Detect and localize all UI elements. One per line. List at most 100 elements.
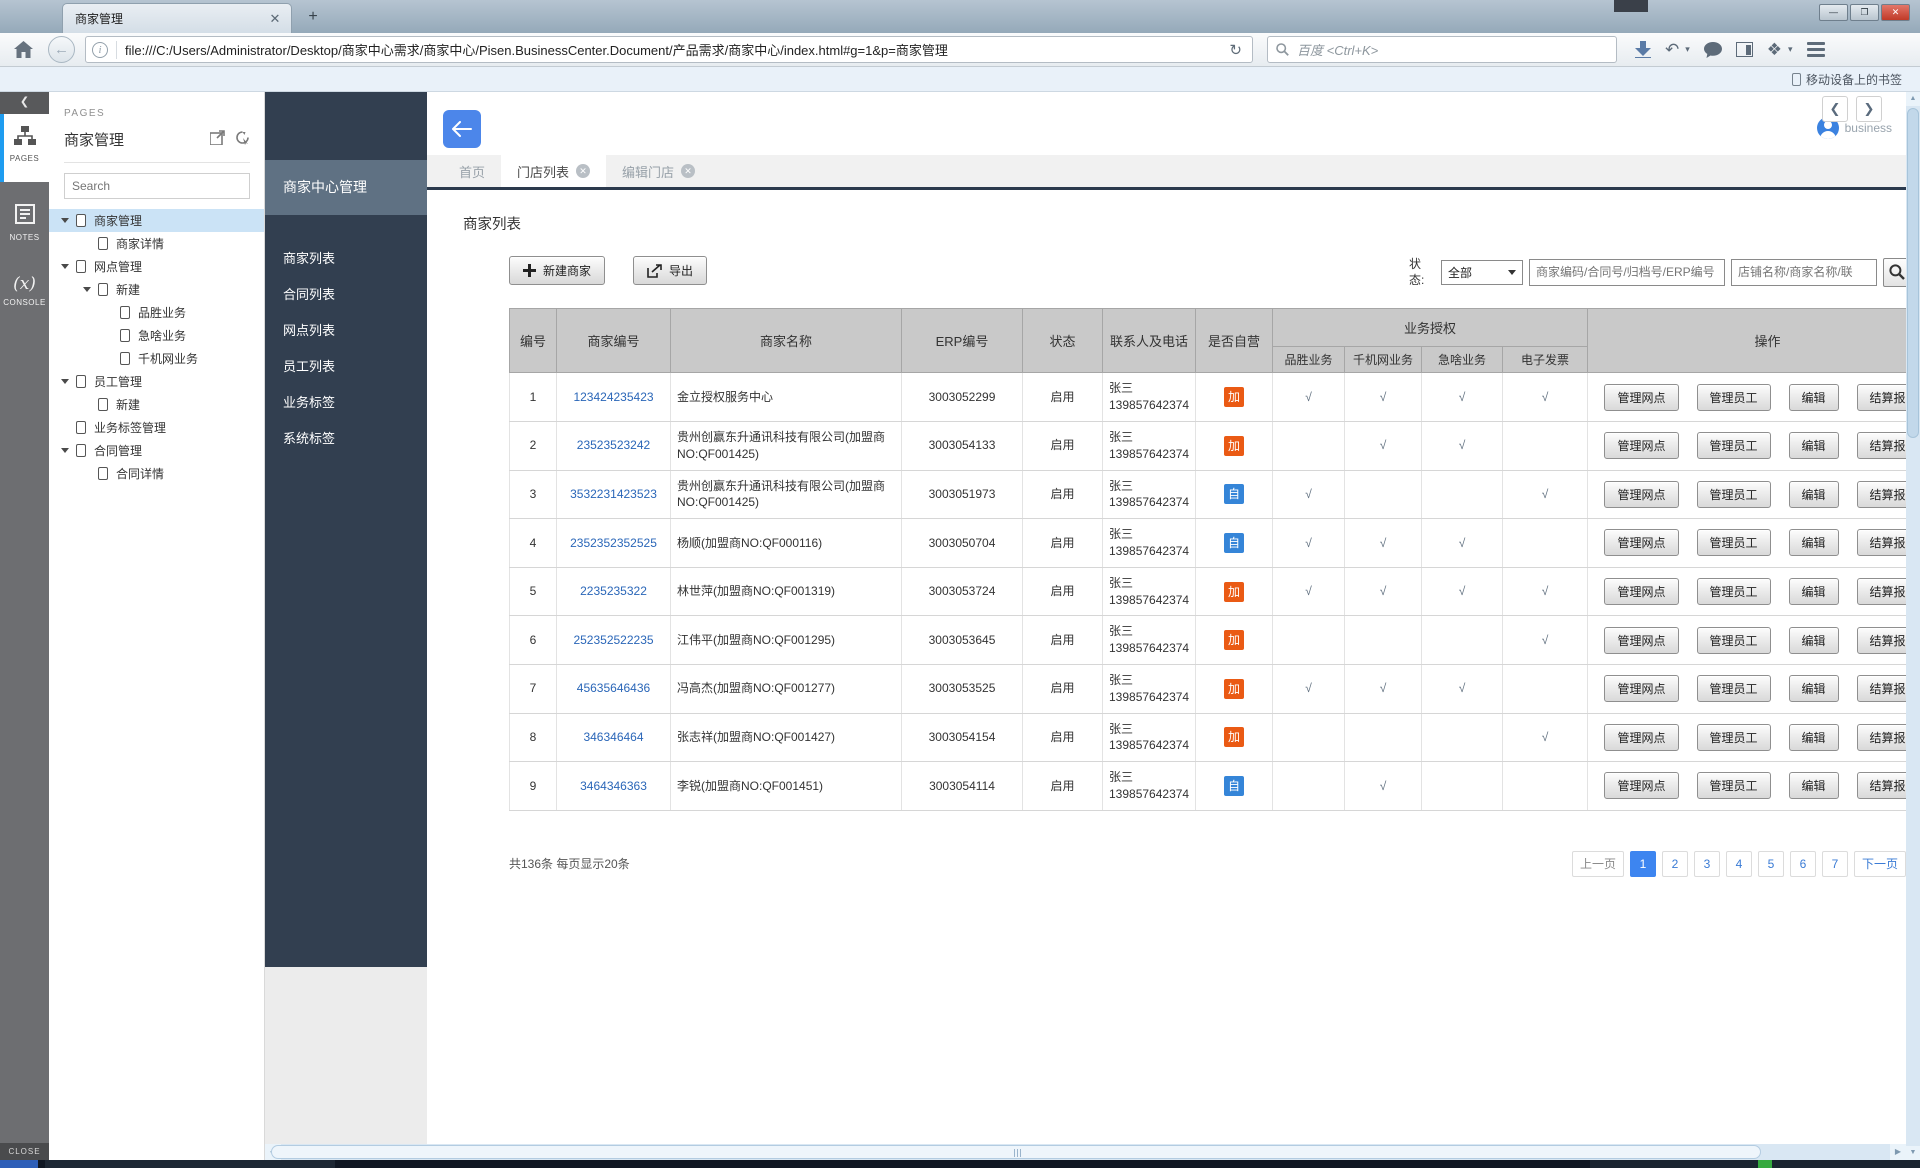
- new-tab-button[interactable]: +: [300, 7, 326, 28]
- manage-stores-button[interactable]: 管理网点: [1604, 724, 1678, 751]
- settlement-report-button[interactable]: 结算报表: [1857, 432, 1906, 459]
- tree-item[interactable]: 急啥业务: [49, 324, 264, 347]
- rail-item-notes[interactable]: NOTES: [0, 196, 49, 254]
- rail-item-pages[interactable]: PAGES: [0, 114, 49, 182]
- back-icon[interactable]: ←: [48, 36, 75, 63]
- maximize-button[interactable]: ❐: [1850, 4, 1879, 21]
- minimize-button[interactable]: —: [1819, 4, 1848, 21]
- scroll-up-icon[interactable]: ▲: [1906, 92, 1920, 106]
- edit-button[interactable]: 编辑: [1789, 481, 1839, 508]
- edit-button[interactable]: 编辑: [1789, 384, 1839, 411]
- vertical-scrollbar[interactable]: ▲ ▼: [1906, 92, 1920, 1160]
- menu-icon[interactable]: [1807, 42, 1825, 57]
- tree-item[interactable]: 合同详情: [49, 462, 264, 485]
- home-icon[interactable]: [8, 37, 38, 63]
- edit-button[interactable]: 编辑: [1789, 675, 1839, 702]
- app-tab[interactable]: 编辑门店✕: [606, 155, 711, 187]
- tree-item[interactable]: 商家详情: [49, 232, 264, 255]
- manage-staff-button[interactable]: 管理员工: [1697, 627, 1771, 654]
- app-tab[interactable]: 首页: [443, 155, 501, 187]
- manage-stores-button[interactable]: 管理网点: [1604, 578, 1678, 605]
- page-back-button[interactable]: [443, 110, 481, 148]
- horizontal-scrollbar[interactable]: ◀ ▶: [265, 1144, 1906, 1160]
- pages-search-input[interactable]: [64, 173, 250, 199]
- browser-search-box[interactable]: 百度 <Ctrl+K>: [1267, 36, 1617, 63]
- edit-button[interactable]: 编辑: [1789, 772, 1839, 799]
- merchant-code-link[interactable]: 123424235423: [573, 390, 653, 404]
- settlement-report-button[interactable]: 结算报表: [1857, 384, 1906, 411]
- manage-staff-button[interactable]: 管理员工: [1697, 481, 1771, 508]
- tree-item[interactable]: 员工管理: [49, 370, 264, 393]
- settlement-report-button[interactable]: 结算报表: [1857, 481, 1906, 508]
- manage-staff-button[interactable]: 管理员工: [1697, 384, 1771, 411]
- merchant-code-link[interactable]: 252352522235: [573, 633, 653, 647]
- page-button[interactable]: 3: [1694, 851, 1720, 877]
- export-button[interactable]: 导出: [633, 256, 707, 285]
- merchant-code-link[interactable]: 346346464: [583, 730, 643, 744]
- plugin-icon[interactable]: ❖: [1767, 40, 1782, 60]
- manage-staff-button[interactable]: 管理员工: [1697, 675, 1771, 702]
- status-select[interactable]: 全部: [1441, 260, 1523, 285]
- menu-item[interactable]: 系统标签: [265, 421, 427, 457]
- undo-icon[interactable]: ↶: [1665, 40, 1679, 60]
- manage-stores-button[interactable]: 管理网点: [1604, 384, 1678, 411]
- page-button[interactable]: 2: [1662, 851, 1688, 877]
- tree-item[interactable]: 新建: [49, 393, 264, 416]
- tree-item[interactable]: 品胜业务: [49, 301, 264, 324]
- settlement-report-button[interactable]: 结算报表: [1857, 627, 1906, 654]
- chat-icon[interactable]: [1704, 42, 1722, 58]
- settlement-report-button[interactable]: 结算报表: [1857, 675, 1906, 702]
- collapse-panel-icon[interactable]: ❮: [0, 92, 49, 114]
- manage-stores-button[interactable]: 管理网点: [1604, 772, 1678, 799]
- undo-dropdown-icon[interactable]: ▾: [1685, 44, 1690, 55]
- tab-close-icon[interactable]: ✕: [267, 11, 283, 27]
- merchant-code-link[interactable]: 3532231423523: [570, 487, 657, 501]
- merchant-code-link[interactable]: 23523523242: [577, 438, 650, 452]
- menu-item[interactable]: 业务标签: [265, 385, 427, 421]
- merchant-code-link[interactable]: 3464346363: [580, 779, 647, 793]
- tree-item[interactable]: 合同管理: [49, 439, 264, 462]
- manage-staff-button[interactable]: 管理员工: [1697, 772, 1771, 799]
- page-button[interactable]: 4: [1726, 851, 1752, 877]
- downloads-icon[interactable]: [1635, 41, 1651, 58]
- edit-button[interactable]: 编辑: [1789, 432, 1839, 459]
- manage-stores-button[interactable]: 管理网点: [1604, 432, 1678, 459]
- menu-item[interactable]: 合同列表: [265, 277, 427, 313]
- rail-item-console[interactable]: (x) CONSOLE: [0, 268, 49, 326]
- merchant-code-link[interactable]: 2235235322: [580, 584, 647, 598]
- manage-stores-button[interactable]: 管理网点: [1604, 481, 1678, 508]
- close-panel-button[interactable]: CLOSE: [0, 1143, 49, 1160]
- edit-button[interactable]: 编辑: [1789, 529, 1839, 556]
- bookmark-mobile-item[interactable]: 移动设备上的书签: [1792, 71, 1902, 88]
- plugin-dropdown-icon[interactable]: ▾: [1788, 44, 1793, 55]
- manage-stores-button[interactable]: 管理网点: [1604, 627, 1678, 654]
- edit-button[interactable]: 编辑: [1789, 627, 1839, 654]
- browser-tab[interactable]: 商家管理 ✕: [62, 3, 292, 33]
- edit-button[interactable]: 编辑: [1789, 724, 1839, 751]
- menu-item[interactable]: 商家列表: [265, 241, 427, 277]
- tab-scroll-left-icon[interactable]: ❮: [1822, 96, 1848, 122]
- page-button[interactable]: 5: [1758, 851, 1784, 877]
- new-merchant-button[interactable]: 新建商家: [509, 256, 605, 285]
- close-window-button[interactable]: ✕: [1881, 4, 1910, 21]
- page-button[interactable]: 7: [1822, 851, 1848, 877]
- menu-item[interactable]: 网点列表: [265, 313, 427, 349]
- manage-staff-button[interactable]: 管理员工: [1697, 724, 1771, 751]
- merchant-code-link[interactable]: 45635646436: [577, 681, 650, 695]
- site-info-icon[interactable]: i: [92, 42, 108, 58]
- store-name-search-input[interactable]: [1731, 259, 1877, 286]
- manage-staff-button[interactable]: 管理员工: [1697, 578, 1771, 605]
- close-icon[interactable]: ✕: [576, 164, 590, 178]
- settlement-report-button[interactable]: 结算报表: [1857, 578, 1906, 605]
- merchant-code-link[interactable]: 2352352352525: [570, 536, 657, 550]
- open-external-icon[interactable]: [210, 130, 225, 150]
- tree-item[interactable]: 千机网业务: [49, 347, 264, 370]
- refresh-links-icon[interactable]: [235, 130, 250, 150]
- responsive-frame-icon[interactable]: [1736, 42, 1753, 57]
- next-page-button[interactable]: 下一页: [1854, 851, 1906, 877]
- manage-stores-button[interactable]: 管理网点: [1604, 675, 1678, 702]
- tree-item[interactable]: 网点管理: [49, 255, 264, 278]
- tab-scroll-right-icon[interactable]: ❯: [1856, 96, 1882, 122]
- reload-icon[interactable]: ↻: [1225, 41, 1246, 59]
- scroll-down-icon[interactable]: ▼: [1906, 1146, 1920, 1160]
